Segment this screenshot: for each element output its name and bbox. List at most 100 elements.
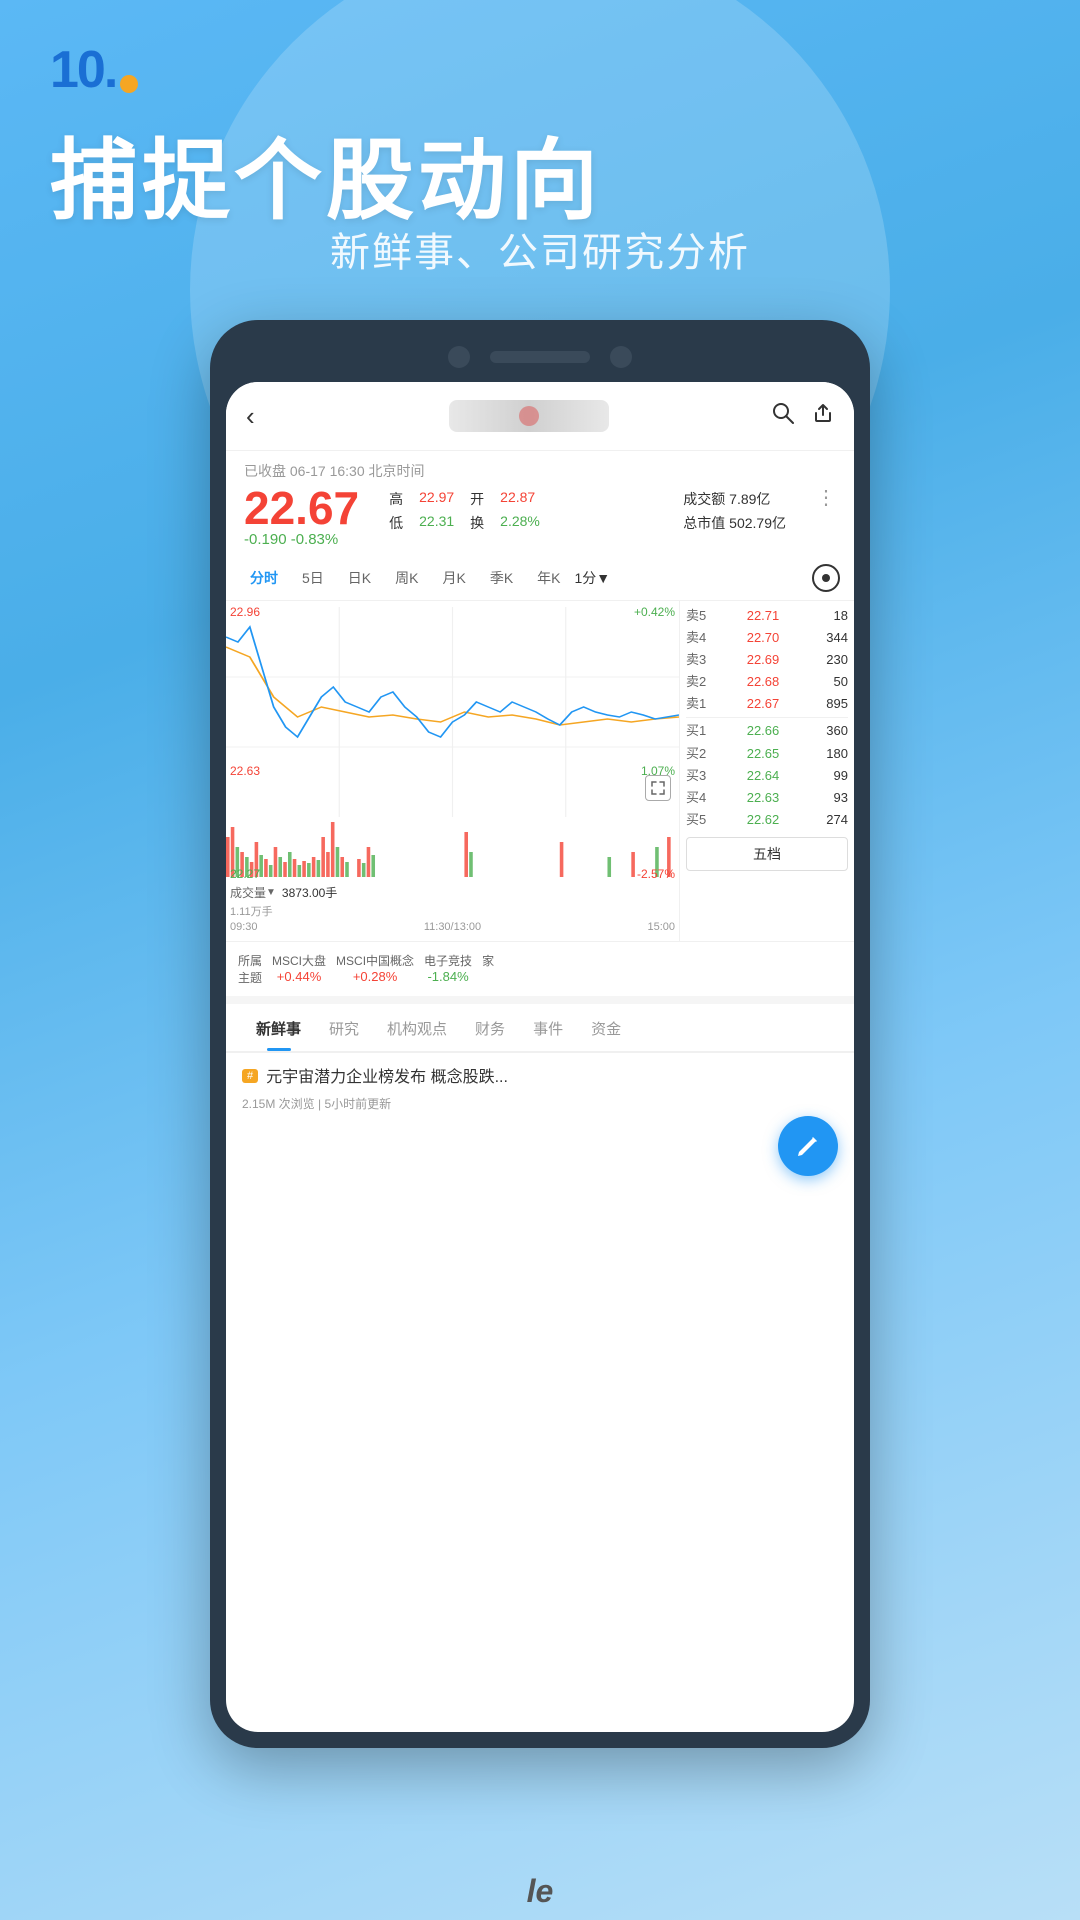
buy-order-5: 买5 22.62 274	[686, 809, 848, 831]
news-title: 元宇宙潜力企业榜发布 概念股跌...	[266, 1067, 508, 1089]
back-button[interactable]: ‹	[246, 401, 286, 432]
sell-order-1: 卖1 22.67 895	[686, 693, 848, 715]
stock-details: 高 22.97 开 22.87 低 22.31 换 2.28%	[389, 485, 653, 533]
tab-yearly-k[interactable]: 年K	[527, 564, 570, 592]
news-item[interactable]: # 元宇宙潜力企业榜发布 概念股跌... 2.15M 次浏览 | 5小时前更新	[226, 1052, 854, 1126]
stock-price-row: 22.67 -0.190 -0.83% 高 22.97 开 22.87 低 22…	[244, 485, 836, 548]
hero-title: 捕捉个股动向	[50, 110, 602, 237]
chart-change-top: +0.42%	[634, 605, 675, 619]
target-icon[interactable]	[812, 564, 840, 592]
time-label-mid: 11:30/13:00	[424, 921, 481, 933]
theme-tag-msci-china[interactable]: MSCI中国概念 +0.28%	[336, 952, 414, 986]
stock-main-price: 22.67	[244, 485, 359, 531]
open-label: 开	[470, 489, 484, 509]
tab-finance[interactable]: 财务	[461, 1004, 519, 1051]
phone-screen: ‹	[226, 382, 854, 1732]
order-divider	[686, 717, 848, 718]
tab-daily-k[interactable]: 日K	[338, 564, 381, 592]
amount-value: 7.89亿	[729, 491, 770, 507]
turnover-label: 换	[470, 513, 484, 533]
price-line-chart	[226, 607, 679, 817]
sell-order-2: 卖2 22.68 50	[686, 671, 848, 693]
stock-info: 已收盘 06-17 16:30 北京时间 22.67 -0.190 -0.83%…	[226, 451, 854, 556]
header-center	[286, 400, 772, 432]
price-chart: 22.96 +0.42% 22.63 1.07% 22.27 -2.57%	[226, 601, 679, 941]
volume-sub-text: 1.11万手	[226, 903, 679, 919]
buy-order-3: 买3 22.64 99	[686, 765, 848, 787]
amount-label: 成交额	[683, 491, 725, 507]
market-cap-row: 总市值 502.79亿	[683, 513, 786, 533]
volume-value-text: 3873.00手	[282, 884, 337, 901]
fab-spacer	[226, 1126, 854, 1166]
sell-orders: 卖5 22.71 18 卖4 22.70 344 卖3 22.69 23	[686, 605, 848, 715]
stock-right-info: 成交额 7.89亿 总市值 502.79亿	[683, 485, 786, 533]
phone-top-bar	[226, 336, 854, 382]
logo-text: 10.	[50, 40, 116, 100]
tab-fenshi[interactable]: 分时	[240, 564, 288, 592]
stock-name-blurred	[449, 400, 609, 432]
news-tag: #	[242, 1069, 258, 1083]
crosshair-icon[interactable]	[645, 775, 671, 801]
chart-time-labels: 09:30 11:30/13:00 15:00	[226, 919, 679, 935]
fab-write-button[interactable]	[778, 1116, 838, 1176]
tab-capital[interactable]: 资金	[577, 1004, 635, 1051]
chart-price-bottom: 22.27	[230, 867, 260, 881]
stock-low-row: 低 22.31 换 2.28%	[389, 513, 653, 533]
tab-monthly-k[interactable]: 月K	[432, 564, 475, 592]
chart-price-mid: 22.63	[230, 764, 260, 778]
phone-camera-right	[610, 346, 632, 368]
bottom-text: le	[0, 1873, 1080, 1910]
content-tabs: 新鲜事 研究 机构观点 财务 事件 资金	[226, 996, 854, 1052]
high-label: 高	[389, 489, 403, 509]
volume-label-text: 成交量	[230, 884, 266, 901]
theme-tag-esports[interactable]: 电子竞技 -1.84%	[424, 952, 472, 986]
write-icon	[795, 1133, 821, 1159]
phone-camera	[448, 346, 470, 368]
tab-news[interactable]: 新鲜事	[242, 1004, 315, 1051]
volume-dropdown-arrow[interactable]: ▼	[266, 887, 276, 898]
theme-tags: 所属 主题 MSCI大盘 +0.44% MSCI中国概念 +0.28% 电子竞技…	[226, 941, 854, 996]
tab-5day[interactable]: 5日	[292, 564, 334, 592]
chart-tabs: 分时 5日 日K 周K 月K 季K 年K 1分▼	[226, 556, 854, 601]
low-label: 低	[389, 513, 403, 533]
time-interval-dropdown[interactable]: 1分▼	[575, 568, 611, 588]
tab-research[interactable]: 研究	[315, 1004, 373, 1051]
chart-price-top: 22.96	[230, 605, 260, 619]
tab-institution[interactable]: 机构观点	[373, 1004, 461, 1051]
tab-quarterly-k[interactable]: 季K	[480, 564, 523, 592]
open-value: 22.87	[500, 489, 535, 509]
logo-dot-icon	[120, 75, 138, 93]
market-cap-value: 502.79亿	[729, 515, 786, 531]
app-logo: 10.	[50, 40, 138, 100]
chart-change-bottom: -2.57%	[637, 867, 675, 881]
theme-tag-home[interactable]: 家	[482, 952, 494, 986]
theme-tag-msci-large[interactable]: MSCI大盘 +0.44%	[272, 952, 326, 986]
order-book: 卖5 22.71 18 卖4 22.70 344 卖3 22.69 23	[679, 601, 854, 941]
share-icon[interactable]	[812, 402, 834, 430]
five-gear-button[interactable]: 五档	[686, 837, 848, 871]
hero-subtitle: 新鲜事、公司研究分析	[0, 220, 1080, 278]
theme-tag-main[interactable]: 所属 主题	[238, 952, 262, 986]
buy-order-2: 买2 22.65 180	[686, 743, 848, 765]
volume-bar-chart	[226, 817, 679, 877]
tab-events[interactable]: 事件	[519, 1004, 577, 1051]
tab-weekly-k[interactable]: 周K	[385, 564, 428, 592]
news-meta: 2.15M 次浏览 | 5小时前更新	[242, 1095, 838, 1112]
buy-order-1: 买1 22.66 360	[686, 720, 848, 742]
more-button[interactable]: ⋮	[816, 485, 836, 510]
sell-order-3: 卖3 22.69 230	[686, 649, 848, 671]
market-cap-label: 总市值	[683, 515, 725, 531]
amount-row: 成交额 7.89亿	[683, 489, 786, 509]
news-title-row: # 元宇宙潜力企业榜发布 概念股跌...	[242, 1067, 838, 1089]
turnover-value: 2.28%	[500, 513, 540, 533]
time-label-open: 09:30	[230, 921, 258, 933]
buy-order-4: 买4 22.63 93	[686, 787, 848, 809]
search-icon[interactable]	[772, 402, 794, 430]
phone-frame: ‹	[210, 320, 870, 1748]
phone-speaker	[490, 351, 590, 363]
buy-orders: 买1 22.66 360 买2 22.65 180 买3 22.64 9	[686, 720, 848, 830]
sell-order-5: 卖5 22.71 18	[686, 605, 848, 627]
volume-info: 成交量 ▼ 3873.00手	[226, 882, 679, 903]
phone-container: ‹	[210, 320, 870, 1748]
app-header: ‹	[226, 382, 854, 451]
